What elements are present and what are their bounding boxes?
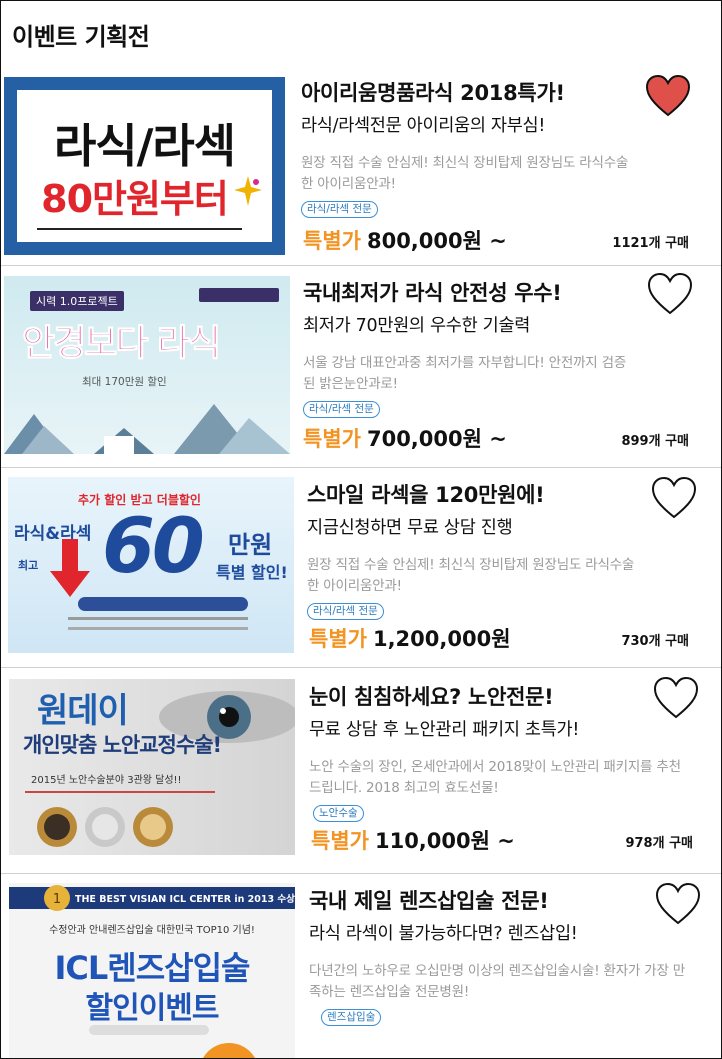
banner-divider — [37, 228, 242, 230]
favorite-heart-icon[interactable] — [651, 477, 697, 519]
favorite-heart-icon[interactable] — [653, 677, 699, 719]
category-tag[interactable]: 라식/라섹 전문 — [301, 201, 378, 218]
card-divider — [1, 467, 721, 468]
sparkle-icon — [234, 176, 262, 206]
event-card[interactable]: 라식/라섹 80만원부터 아이리움명품라식 2018특가! 라식/라섹전문 아이… — [1, 73, 721, 261]
event-banner-image[interactable]: 추가 할인 받고 더블할인 라식&라섹 최고 60 만원 특별 할인! — [8, 477, 294, 653]
category-tag[interactable]: 라식/라섹 전문 — [307, 603, 384, 620]
favorite-heart-icon[interactable] — [647, 273, 693, 315]
banner-headline: 안경보다 라식 — [21, 323, 221, 365]
price-value: 1,200,000원 — [372, 627, 511, 651]
banner-prefix: 최고 — [18, 559, 39, 572]
price-label: 특별가 — [309, 627, 367, 651]
event-description: 원장 직접 수술 안심제! 최신식 장비탑제 원장님도 라식수술한 아이리움안과… — [301, 155, 629, 192]
banner-subline: 개인맞춤 노안교정수술! — [23, 733, 222, 757]
purchase-count: 730개 구매 — [621, 634, 689, 649]
price-value: 700,000원 ~ — [366, 427, 507, 451]
banner-badge — [199, 288, 279, 302]
event-subtitle: 무료 상담 후 노안관리 패키지 초특가! — [309, 720, 580, 740]
favorite-heart-icon[interactable] — [645, 75, 691, 117]
favorite-heart-icon[interactable] — [655, 883, 701, 925]
banner-decoration — [199, 1043, 259, 1058]
event-card[interactable]: 원데이 개인맞춤 노안교정수술! 2015년 노안수술분야 3관왕 달성!! 눈… — [1, 675, 721, 871]
banner-tagline: 시력 1.0프로젝트 — [30, 291, 124, 311]
purchase-count: 899개 구매 — [621, 434, 689, 449]
price-label: 특별가 — [303, 427, 361, 451]
price-label: 특별가 — [311, 829, 369, 853]
price-value: 800,000원 ~ — [366, 229, 507, 253]
banner-subline: 80만원부터 — [41, 177, 229, 221]
event-card[interactable]: 1 THE BEST VISIAN ICL CENTER in 2013 수상 … — [1, 881, 721, 1058]
event-card[interactable]: 시력 1.0프로젝트 안경보다 라식 최대 170만원 할인 국내최저가 라식 … — [1, 273, 721, 465]
mountain-illustration — [4, 404, 290, 454]
event-banner-image[interactable]: 1 THE BEST VISIAN ICL CENTER in 2013 수상 … — [9, 883, 295, 1058]
banner-subline: 수정안과 안내렌즈삽입술 대한민국 TOP10 기념! — [49, 925, 255, 936]
banner-ribbon — [78, 597, 248, 611]
banner-period — [89, 1025, 209, 1035]
award-medal-icon: 1 — [44, 885, 70, 911]
category-tag[interactable]: 라식/라섹 전문 — [303, 401, 380, 418]
award-medals — [37, 807, 173, 847]
event-banner-image[interactable]: 시력 1.0프로젝트 안경보다 라식 최대 170만원 할인 — [4, 276, 290, 454]
card-divider — [1, 873, 721, 874]
purchase-count: 978개 구매 — [625, 836, 693, 851]
event-banner-image[interactable]: 라식/라섹 80만원부터 — [4, 77, 285, 255]
event-banner-image[interactable]: 원데이 개인맞춤 노안교정수술! 2015년 노안수술분야 3관왕 달성!! — [9, 679, 295, 855]
banner-fineprint — [68, 617, 248, 620]
card-divider — [1, 667, 721, 668]
purchase-count: 1121개 구매 — [612, 236, 689, 251]
category-tag[interactable]: 렌즈삽입술 — [321, 1009, 382, 1026]
page-title: 이벤트 기획전 — [12, 23, 150, 51]
event-description: 노안 수술의 장인, 온세안과에서 2018맞이 노안관리 패키지를 추천드립니… — [309, 759, 681, 796]
banner-unit: 만원 — [228, 531, 273, 559]
event-page: 이벤트 기획전 라식/라섹 80만원부터 아이리움명품라식 2018특가! 라식… — [0, 0, 722, 1059]
event-card[interactable]: 추가 할인 받고 더블할인 라식&라섹 최고 60 만원 특별 할인! 스마일 … — [1, 475, 721, 665]
card-divider — [1, 265, 721, 266]
event-description: 원장 직접 수술 안심제! 최신식 장비탑제 원장님도 라식수술한 아이리움안과… — [307, 557, 635, 594]
banner-headline: 라식/라섹 — [53, 119, 236, 173]
banner-discount: 최대 170만원 할인 — [82, 376, 167, 388]
banner-award: 2015년 노안수술분야 3관왕 달성!! — [31, 775, 182, 786]
banner-fineprint — [68, 627, 248, 630]
arrow-down-icon — [50, 539, 90, 597]
category-tag[interactable]: 노안수술 — [313, 805, 364, 822]
price-value: 110,000원 ~ — [374, 829, 515, 853]
event-description: 서울 강남 대표안과중 최저가를 자부합니다! 안전까지 검증된 밝은눈안과로! — [303, 355, 627, 392]
banner-tagline: THE BEST VISIAN ICL CENTER in 2013 수상 — [75, 894, 295, 905]
banner-event-label: 할인이벤트 — [85, 991, 220, 1026]
banner-discount: 특별 할인! — [216, 563, 288, 582]
banner-headline: 원데이 — [37, 691, 129, 731]
svg-text:1: 1 — [53, 892, 61, 907]
event-subtitle: 최저가 70만원의 우수한 기술력 — [303, 316, 531, 336]
banner-big-number: 60 — [102, 501, 205, 590]
event-description: 다년간의 노하우로 오십만명 이상의 렌즈삽입술시술! 환자가 가장 만족하는 … — [309, 963, 686, 1000]
banner-handwriting — [25, 791, 215, 793]
price-label: 특별가 — [303, 229, 361, 253]
